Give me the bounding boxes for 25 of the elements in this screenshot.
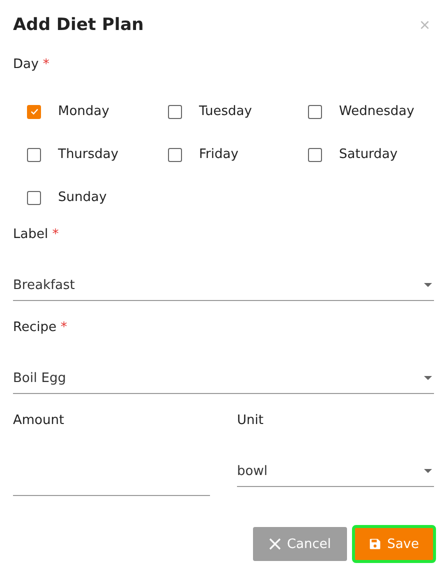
checkbox[interactable] bbox=[168, 104, 182, 118]
checkbox-label: Wednesday bbox=[339, 104, 414, 119]
field-label: Day * bbox=[13, 57, 50, 74]
field-label: Recipe * bbox=[13, 320, 68, 337]
checkbox-label: Sunday bbox=[58, 190, 107, 205]
checkbox[interactable] bbox=[27, 148, 41, 162]
close-icon bbox=[268, 538, 281, 550]
checkbox[interactable] bbox=[308, 104, 322, 118]
label-select[interactable]: Breakfast bbox=[13, 270, 434, 301]
checkbox-label: Tuesday bbox=[199, 104, 252, 119]
checkbox-label: Friday bbox=[199, 147, 238, 162]
field-label: Label * bbox=[13, 227, 60, 244]
checkbox-label: Monday bbox=[58, 104, 110, 119]
recipe-select[interactable]: Boil Egg bbox=[13, 363, 434, 394]
checkbox[interactable] bbox=[27, 190, 41, 204]
checkbox[interactable] bbox=[308, 148, 322, 162]
checkbox-label: Saturday bbox=[339, 147, 398, 162]
unit-select[interactable]: bowl bbox=[237, 456, 434, 487]
checkbox[interactable] bbox=[168, 148, 182, 162]
dialog-title: Add Diet Plan bbox=[13, 15, 144, 35]
field-label: Unit bbox=[237, 413, 264, 430]
checkmark-icon bbox=[30, 107, 38, 116]
field-label: Amount bbox=[13, 413, 66, 430]
checkbox[interactable] bbox=[27, 104, 41, 118]
checkbox-label: Thursday bbox=[58, 147, 118, 162]
